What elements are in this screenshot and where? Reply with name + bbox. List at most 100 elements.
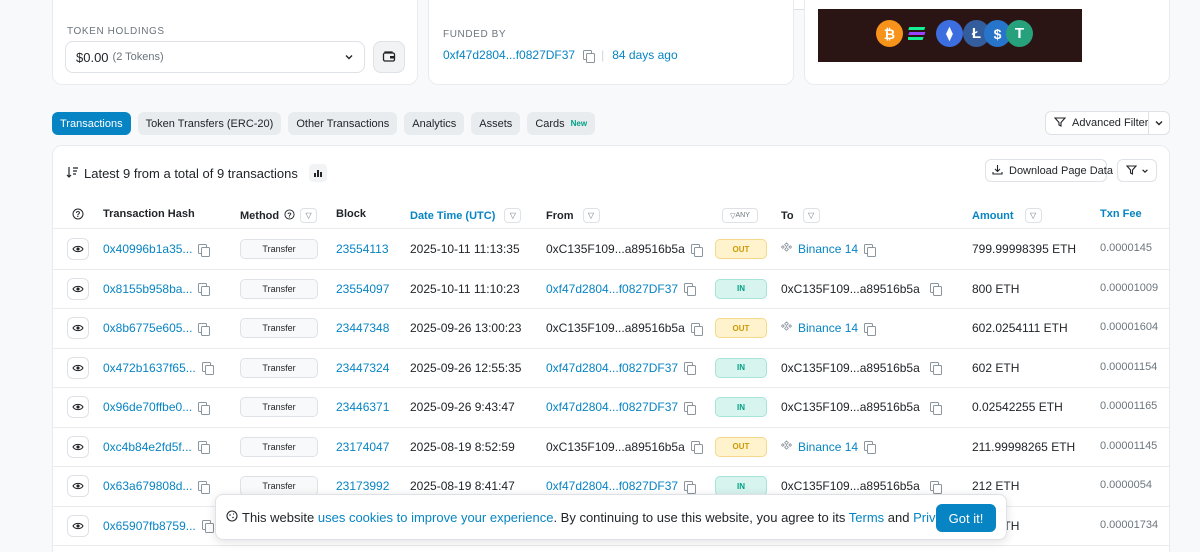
from-address[interactable]: 0xf47d2804...f0827DF37 xyxy=(546,400,678,414)
copy-icon[interactable] xyxy=(198,283,211,296)
copy-icon[interactable] xyxy=(684,362,697,375)
direction-badge: OUT xyxy=(715,318,767,338)
copy-icon[interactable] xyxy=(864,441,877,454)
copy-icon[interactable] xyxy=(198,322,211,336)
wallet-icon[interactable] xyxy=(373,41,405,73)
copy-icon[interactable] xyxy=(684,401,697,415)
tx-hash-link[interactable]: 0x8155b958ba... xyxy=(103,282,192,296)
col-amount-label[interactable]: Amount xyxy=(972,210,1014,222)
funded-by-address[interactable]: 0xf47d2804...f0827DF37 xyxy=(443,48,575,62)
token-holdings-select[interactable]: $0.00 (2 Tokens) xyxy=(65,41,365,73)
fee-cell: 0.00001145 xyxy=(1100,439,1158,452)
eye-icon[interactable] xyxy=(67,514,89,537)
tab-analytics[interactable]: Analytics xyxy=(404,112,465,135)
copy-icon[interactable] xyxy=(929,283,942,296)
filter-icon[interactable]: ▽ xyxy=(582,208,600,223)
tab-other-transactions[interactable]: Other Transactions xyxy=(288,112,398,135)
cookie-icon xyxy=(226,509,238,525)
copy-icon[interactable] xyxy=(198,480,211,494)
block-link[interactable]: 23446371 xyxy=(336,400,389,414)
copy-icon[interactable] xyxy=(690,322,703,336)
copy-icon[interactable] xyxy=(690,243,703,257)
chart-icon[interactable] xyxy=(308,164,327,182)
hash-cell: 0x65907fb8759... xyxy=(103,519,214,533)
to-cell: 0xC135F109...a89516b5a xyxy=(781,282,942,296)
col-datetime-label[interactable]: Date Time (UTC) xyxy=(410,210,495,222)
tx-hash-link[interactable]: 0x8b6775e605... xyxy=(103,321,192,335)
tx-hash-link[interactable]: 0x472b1637f65... xyxy=(103,361,196,375)
copy-icon[interactable] xyxy=(583,49,596,63)
tab-cards[interactable]: Cards New xyxy=(527,112,596,135)
filter-icon[interactable]: ▽ xyxy=(300,208,318,223)
eye-icon[interactable] xyxy=(67,396,89,418)
copy-icon[interactable] xyxy=(201,520,214,533)
chevron-down-icon[interactable] xyxy=(1154,118,1164,131)
summary-text: Latest 9 from a total of 9 transactions xyxy=(84,165,298,181)
tx-hash-link[interactable]: 0x65907fb8759... xyxy=(103,519,196,533)
copy-icon[interactable] xyxy=(198,401,211,415)
to-address[interactable]: Binance 14 xyxy=(798,321,858,335)
eye-icon[interactable] xyxy=(67,435,89,458)
tx-hash-link[interactable]: 0x63a679808d... xyxy=(103,479,192,493)
datetime-cell: 2025-09-26 9:43:47 xyxy=(410,400,515,414)
block-link[interactable]: 23173992 xyxy=(336,479,389,493)
eye-icon[interactable] xyxy=(67,277,89,300)
token-holdings-label: TOKEN HOLDINGS xyxy=(67,26,165,37)
copy-icon[interactable] xyxy=(864,322,877,336)
advanced-filter-button[interactable]: Advanced Filter xyxy=(1045,111,1170,135)
token-holdings-value: $0.00 xyxy=(76,49,109,65)
tx-hash-link[interactable]: 0x96de70ffbe0... xyxy=(103,400,192,414)
copy-icon[interactable] xyxy=(864,243,877,257)
download-page-data-button[interactable]: Download Page Data xyxy=(985,159,1113,182)
block-link[interactable]: 23174047 xyxy=(336,440,389,454)
cookie-policy-link[interactable]: uses cookies to improve your experience xyxy=(318,510,554,525)
block-link[interactable]: 23554113 xyxy=(336,242,389,256)
copy-icon[interactable] xyxy=(929,401,942,415)
to-address[interactable]: Binance 14 xyxy=(798,440,858,454)
method-badge: Transfer xyxy=(240,239,318,259)
funded-by-age[interactable]: 84 days ago xyxy=(612,48,677,62)
hash-cell: 0x96de70ffbe0... xyxy=(103,400,211,415)
copy-icon[interactable] xyxy=(198,243,211,257)
copy-icon[interactable] xyxy=(201,362,214,375)
from-address[interactable]: 0xf47d2804...f0827DF37 xyxy=(546,282,678,296)
to-address[interactable]: Binance 14 xyxy=(798,242,858,256)
to-address: 0xC135F109...a89516b5a xyxy=(781,360,920,375)
col-from: From ▽ xyxy=(546,208,600,223)
copy-icon[interactable] xyxy=(690,441,703,454)
block-link[interactable]: 23554097 xyxy=(336,282,389,296)
tx-hash-link[interactable]: 0x40996b1a35... xyxy=(103,242,192,256)
direction-badge: IN xyxy=(715,476,767,496)
terms-link[interactable]: Terms xyxy=(849,510,884,525)
tab-assets[interactable]: Assets xyxy=(471,112,521,135)
filter-icon[interactable]: ▽ xyxy=(504,208,522,223)
column-filter-button[interactable] xyxy=(1117,159,1157,182)
block-link[interactable]: 23447324 xyxy=(336,361,389,375)
help-icon[interactable]: ? xyxy=(284,208,295,223)
from-address[interactable]: 0xf47d2804...f0827DF37 xyxy=(546,479,678,493)
eye-icon[interactable] xyxy=(67,475,89,497)
direction-filter[interactable]: ▽ ANY xyxy=(722,208,758,223)
copy-icon[interactable] xyxy=(929,480,942,494)
tab-token-transfers[interactable]: Token Transfers (ERC-20) xyxy=(137,112,282,135)
eye-icon[interactable] xyxy=(67,238,89,260)
copy-icon[interactable] xyxy=(197,441,210,454)
col-method: Method ? ▽ xyxy=(240,208,318,223)
filter-icon[interactable]: ▽ xyxy=(802,208,820,223)
crypto-banner-image[interactable]: ₿ ⧫ Ł $ T xyxy=(818,9,1082,62)
tab-transactions[interactable]: Transactions xyxy=(52,112,131,135)
eye-icon[interactable] xyxy=(67,317,89,339)
help-icon[interactable]: ? xyxy=(72,208,84,220)
tx-hash-link[interactable]: 0xc4b84e2fd5f... xyxy=(103,440,192,454)
chevron-down-icon xyxy=(344,50,354,65)
from-address[interactable]: 0xf47d2804...f0827DF37 xyxy=(546,361,678,375)
col-fee[interactable]: Txn Fee xyxy=(1100,208,1142,220)
block-link[interactable]: 23447348 xyxy=(336,321,389,335)
filter-icon[interactable]: ▽ xyxy=(1024,208,1042,223)
copy-icon[interactable] xyxy=(684,283,697,296)
got-it-button[interactable]: Got it! xyxy=(936,504,996,532)
copy-icon[interactable] xyxy=(929,362,942,375)
to-cell: 0xC135F109...a89516b5a xyxy=(781,479,942,494)
eye-icon[interactable] xyxy=(67,356,89,379)
copy-icon[interactable] xyxy=(684,480,697,494)
